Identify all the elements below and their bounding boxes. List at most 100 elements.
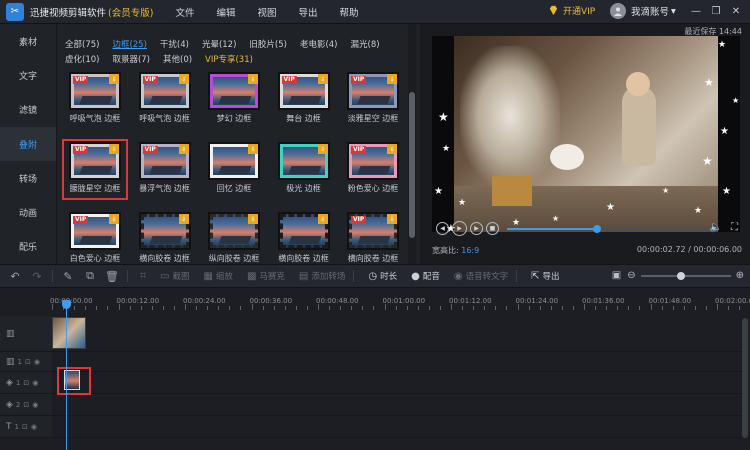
effect-tile[interactable]: VIP ⇓ 横向胶卷 边框 — [343, 212, 403, 264]
toolbar-action-3[interactable]: ▤ 添加转场 — [299, 270, 345, 283]
close-icon[interactable]: ✕ — [726, 2, 746, 20]
menu-item-3[interactable]: 导出 — [298, 5, 317, 19]
effect-tile[interactable]: VIP ⇓ 暴浮气泡 边框 — [135, 142, 195, 194]
download-icon[interactable]: ⇓ — [317, 74, 328, 84]
lock-icon[interactable]: ⊡ — [23, 401, 29, 409]
download-icon[interactable]: ⇓ — [248, 144, 258, 154]
filter-tab[interactable]: 旧胶片(5) — [249, 38, 287, 50]
lock-icon[interactable]: ⊡ — [25, 358, 31, 366]
zoom-in-icon[interactable]: ⊕ — [736, 270, 744, 281]
effect-tile[interactable]: VIP ⇓ 舞台 边框 — [274, 72, 334, 124]
download-icon[interactable]: ⇓ — [317, 214, 328, 224]
download-icon[interactable]: ⇓ — [178, 74, 189, 84]
forward-icon[interactable]: ▶ — [470, 222, 483, 235]
eye-icon[interactable]: ◉ — [34, 358, 40, 366]
timeline-track[interactable] — [52, 416, 742, 438]
filter-tab[interactable]: 光晕(12) — [202, 38, 236, 50]
timeline-track[interactable] — [52, 352, 742, 372]
filter-tab[interactable]: 虚化(10) — [65, 53, 99, 65]
filter-tab[interactable]: 干扰(4) — [160, 38, 189, 50]
playhead[interactable] — [62, 300, 71, 450]
toolbar-action-6[interactable]: ◉ 语音转文字 — [454, 270, 508, 283]
filter-tab[interactable]: 取景器(7) — [112, 53, 150, 65]
menu-item-4[interactable]: 帮助 — [340, 5, 359, 19]
filter-tab[interactable]: VIP专享(31) — [205, 53, 253, 65]
timeline-track[interactable] — [52, 394, 742, 416]
library-scroll-thumb[interactable] — [409, 92, 415, 238]
effect-tile[interactable]: VIP ⇓ 白色爱心 边框 — [65, 212, 125, 264]
filter-tab[interactable]: 老电影(4) — [300, 38, 338, 50]
stop-icon[interactable]: ■ — [486, 222, 499, 235]
sidebar-item-4[interactable]: 转场 — [0, 161, 56, 195]
filter-tab[interactable]: 边框(25) — [112, 38, 146, 50]
delete-icon[interactable]: 🗑 — [105, 269, 119, 283]
effect-tile[interactable]: ⇓ 回忆 边框 — [204, 142, 264, 194]
account-menu[interactable]: 我滴账号 ▾ — [610, 3, 676, 19]
timeline-scrollbar[interactable] — [742, 318, 748, 438]
eye-icon[interactable]: ◉ — [32, 401, 38, 409]
toolbar-action-4[interactable]: ◷ 时长 — [368, 270, 397, 283]
timeline-track[interactable] — [52, 367, 742, 395]
filter-tab[interactable]: 漏光(8) — [351, 38, 380, 50]
effect-tile[interactable]: VIP ⇓ 淡雅星空 边框 — [343, 72, 403, 124]
download-icon[interactable]: ⇓ — [248, 74, 258, 84]
lock-icon[interactable]: ⊡ — [22, 423, 28, 431]
effect-tile[interactable]: ⇓ 横向胶卷 边框 — [274, 212, 334, 264]
time-ruler[interactable]: 00:00:00.00 00:00:12.00 00:00:24.00 00:00:3… — [50, 288, 750, 310]
effect-tile[interactable]: VIP ⇓ 朦胧星空 边框 — [62, 139, 128, 200]
toolbar-action-7[interactable]: ⇱ 导出 — [531, 270, 559, 283]
download-icon[interactable]: ⇓ — [178, 214, 189, 224]
download-icon[interactable]: ⇓ — [109, 74, 119, 84]
eye-icon[interactable]: ◉ — [32, 379, 38, 387]
download-icon[interactable]: ⇓ — [387, 144, 397, 154]
filter-tab[interactable]: 全部(75) — [65, 38, 99, 50]
crop-icon[interactable]: ⌗ — [136, 269, 150, 283]
fullscreen-icon[interactable]: ⛶ — [731, 222, 738, 233]
edit-icon[interactable]: ✎ — [61, 269, 75, 283]
effect-tile[interactable]: ⇓ 极光 边框 — [274, 142, 334, 194]
aspect-ratio[interactable]: 宽高比: 16:9 — [432, 245, 479, 256]
redo-icon[interactable]: ↷ — [30, 269, 44, 283]
sidebar-item-3[interactable]: 叠附 — [0, 126, 56, 162]
download-icon[interactable]: ⇓ — [178, 144, 189, 154]
effect-tile[interactable]: ⇓ 横向胶卷 边框 — [135, 212, 195, 264]
menu-item-1[interactable]: 编辑 — [216, 5, 235, 19]
effect-tile[interactable]: VIP ⇓ 粉色爱心 边框 — [343, 142, 403, 194]
filter-tab[interactable]: 其他(0) — [163, 53, 192, 65]
lock-icon[interactable]: ⊡ — [23, 379, 29, 387]
toolbar-action-1[interactable]: ▦ 缩放 — [203, 270, 232, 283]
download-icon[interactable]: ⇓ — [248, 214, 258, 224]
download-icon[interactable]: ⇓ — [387, 214, 397, 224]
undo-icon[interactable]: ↶ — [8, 269, 22, 283]
effect-tile[interactable]: ⇓ 梦幻 边框 — [204, 72, 264, 124]
video-clip[interactable] — [52, 317, 86, 349]
playback-progress[interactable] — [507, 225, 707, 233]
zoom-out-icon[interactable]: ⊖ — [627, 270, 635, 281]
volume-icon[interactable]: 🔈 — [710, 222, 722, 233]
play-icon[interactable]: ▶ — [452, 221, 467, 236]
fit-icon[interactable]: ▣ — [612, 270, 621, 281]
toolbar-action-2[interactable]: ▩ 马赛克 — [247, 270, 285, 283]
eye-icon[interactable]: ◉ — [31, 423, 37, 431]
toolbar-action-0[interactable]: ▭ 截图 — [160, 270, 189, 283]
sidebar-item-6[interactable]: 配乐 — [0, 230, 56, 264]
sidebar-item-0[interactable]: 素材 — [0, 24, 56, 58]
effect-tile[interactable]: VIP ⇓ 呼吸气泡 边框 — [135, 72, 195, 124]
menu-item-2[interactable]: 视图 — [257, 5, 276, 19]
sidebar-item-1[interactable]: 文字 — [0, 58, 56, 92]
progress-knob[interactable] — [593, 225, 601, 233]
download-icon[interactable]: ⇓ — [109, 214, 119, 224]
vip-button[interactable]: 开通VIP — [548, 4, 595, 17]
minimize-icon[interactable]: — — [686, 2, 706, 20]
effect-tile[interactable]: VIP ⇓ 呼吸气泡 边框 — [65, 72, 125, 124]
rewind-icon[interactable]: ◀ — [436, 222, 449, 235]
menu-item-0[interactable]: 文件 — [175, 5, 194, 19]
download-icon[interactable]: ⇓ — [387, 74, 397, 84]
playhead-handle[interactable] — [62, 300, 71, 309]
zoom-slider-knob[interactable] — [676, 271, 685, 280]
zoom-slider[interactable] — [640, 271, 731, 280]
library-scrollbar[interactable] — [408, 24, 416, 264]
toolbar-action-5[interactable]: ● 配音 — [411, 270, 440, 283]
timeline-track[interactable] — [52, 316, 742, 352]
effect-tile[interactable]: ⇓ 纵向胶卷 边框 — [204, 212, 264, 264]
